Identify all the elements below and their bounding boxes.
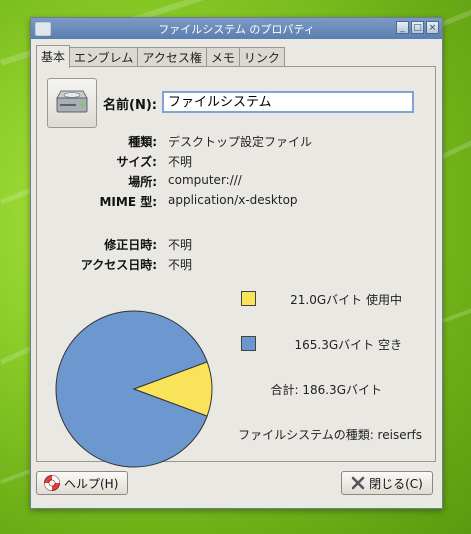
- modified-label: 修正日時:: [104, 238, 157, 252]
- window-menu-icon[interactable]: [35, 22, 51, 36]
- maximize-button[interactable]: □: [411, 21, 424, 34]
- free-space-label: 165.3Gバイト 空き: [294, 338, 402, 352]
- size-value: 不明: [168, 155, 193, 169]
- minimize-button[interactable]: _: [396, 21, 409, 34]
- location-value: computer:///: [168, 173, 242, 187]
- accessed-value: 不明: [168, 258, 193, 272]
- basic-tab-panel: 名前(N): ファイルシステム 種類: デスクトップ設定ファイル サイズ: 不明…: [36, 66, 436, 468]
- name-field[interactable]: ファイルシステム: [162, 91, 414, 113]
- help-button[interactable]: ヘルプ(H): [36, 471, 128, 495]
- tab-emblems[interactable]: エンブレム: [69, 47, 139, 68]
- name-label: 名前(N):: [103, 98, 157, 113]
- tab-permissions[interactable]: アクセス権: [137, 47, 207, 68]
- mime-type-label: MIME 型:: [99, 195, 157, 209]
- mime-type-value: application/x-desktop: [168, 193, 298, 207]
- close-window-button[interactable]: ×: [426, 21, 439, 34]
- close-button-label: 閉じる(C): [369, 476, 423, 491]
- tab-notes[interactable]: メモ: [205, 47, 240, 68]
- total-space-label: 合計: 186.3Gバイト: [270, 383, 382, 397]
- modified-value: 不明: [168, 238, 193, 252]
- disk-usage-pie-chart: [55, 310, 213, 468]
- tab-link[interactable]: リンク: [238, 47, 285, 68]
- filesystem-type-label: ファイルシステムの種類: reiserfs: [238, 428, 422, 442]
- close-x-icon: [351, 476, 365, 490]
- tab-bar: 基本 エンブレム アクセス権 メモ リンク: [36, 45, 285, 68]
- used-space-label: 21.0Gバイト 使用中: [290, 293, 402, 307]
- harddisk-icon: [56, 90, 88, 113]
- close-button[interactable]: 閉じる(C): [341, 471, 433, 495]
- tab-basic[interactable]: 基本: [36, 45, 71, 68]
- help-button-label: ヘルプ(H): [64, 476, 119, 491]
- size-label: サイズ:: [116, 155, 157, 169]
- lifebuoy-icon: [44, 475, 60, 491]
- icon-picker-button[interactable]: [47, 78, 97, 128]
- window-title: ファイルシステム のプロパティ: [158, 22, 315, 36]
- window-controls: _ □ ×: [396, 21, 439, 34]
- location-label: 場所:: [128, 175, 157, 189]
- window-titlebar[interactable]: ファイルシステム のプロパティ _ □ ×: [31, 18, 442, 39]
- properties-window: ファイルシステム のプロパティ _ □ × 基本 エンブレム アクセス権 メモ …: [30, 17, 443, 509]
- type-value: デスクトップ設定ファイル: [168, 135, 313, 149]
- type-label: 種類:: [128, 135, 157, 149]
- accessed-label: アクセス日時:: [80, 258, 157, 272]
